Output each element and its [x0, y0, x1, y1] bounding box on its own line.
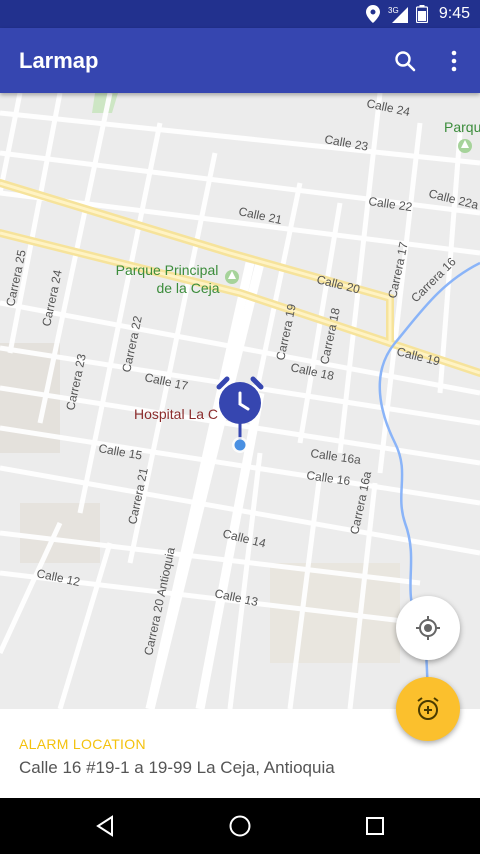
overflow-menu-button[interactable] — [439, 46, 469, 76]
park-icon — [458, 139, 472, 153]
recents-button[interactable] — [358, 810, 392, 842]
signal-icon: 3G — [388, 5, 410, 28]
park-label-2: de la Ceja — [156, 280, 219, 296]
network-type: 3G — [388, 6, 399, 15]
app-bar: Larmap — [0, 28, 480, 93]
add-alarm-icon — [417, 697, 439, 720]
park-label-right: Parqu — [444, 119, 480, 135]
alarm-address: Calle 16 #19-1 a 19-99 La Ceja, Antioqui… — [19, 758, 335, 777]
system-nav-bar — [0, 798, 480, 854]
back-icon — [96, 815, 113, 837]
search-icon — [395, 51, 416, 72]
park-icon — [225, 270, 239, 284]
app-title: Larmap — [19, 48, 99, 73]
recents-icon — [366, 817, 384, 835]
more-vert-icon — [451, 50, 457, 72]
home-icon — [229, 815, 251, 837]
battery-icon — [415, 5, 429, 28]
alarm-location-label: ALARM LOCATION — [19, 736, 146, 752]
home-button[interactable] — [223, 810, 257, 842]
park-label: Parque Principal — [116, 262, 219, 278]
back-button[interactable] — [88, 810, 122, 842]
search-button[interactable] — [390, 46, 420, 76]
hospital-label: Hospital La C — [134, 406, 218, 422]
status-time: 9:45 — [438, 5, 470, 22]
my-location-button[interactable] — [396, 596, 460, 660]
my-location-icon — [416, 616, 440, 640]
add-alarm-button[interactable] — [396, 677, 460, 741]
location-icon — [366, 5, 380, 28]
status-bar: 3G 9:45 — [0, 0, 480, 28]
